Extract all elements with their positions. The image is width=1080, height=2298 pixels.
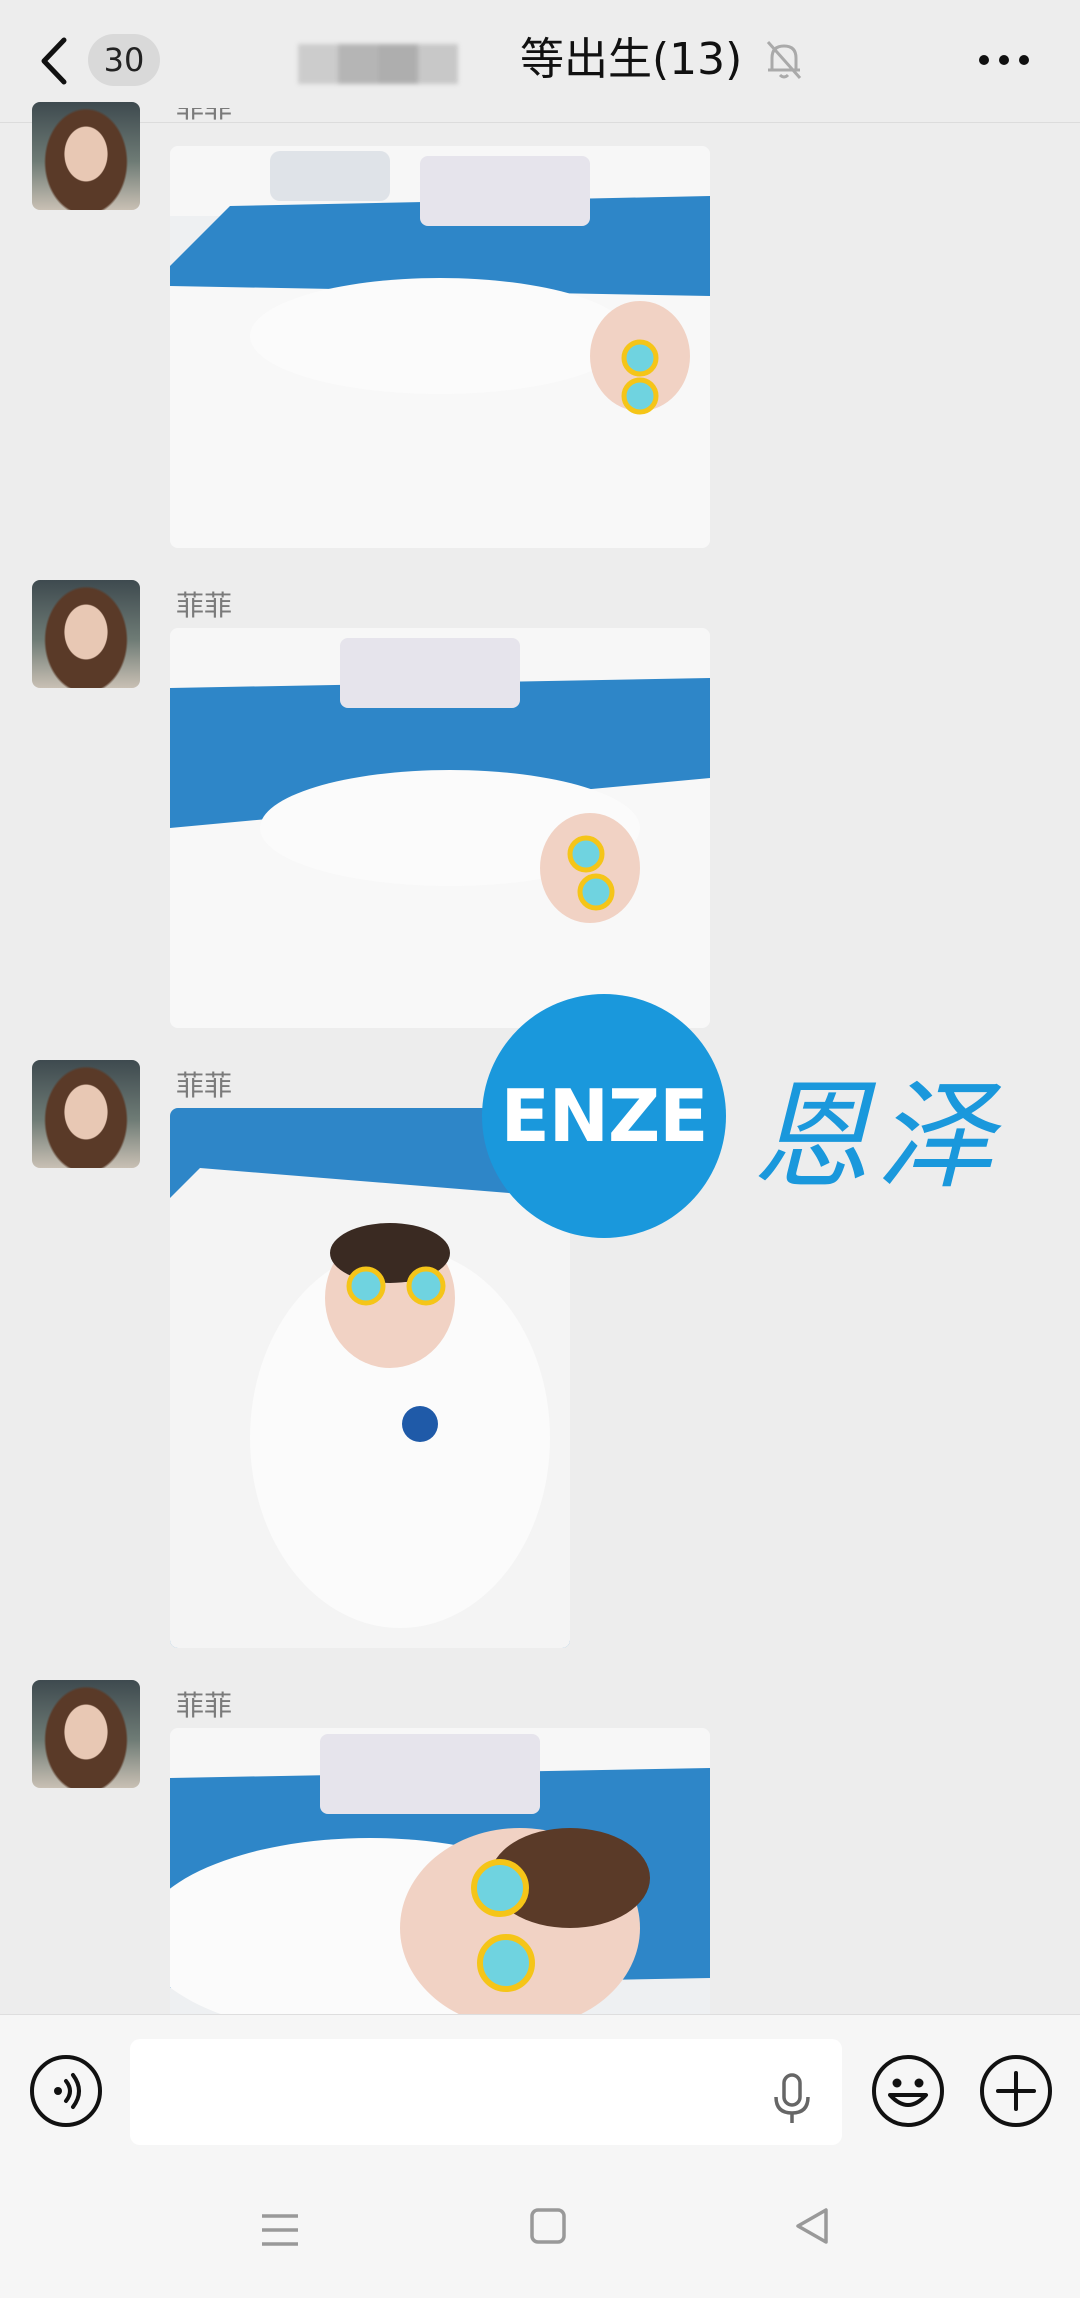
system-nav-bar — [0, 2166, 1080, 2298]
chevron-left-icon — [41, 37, 67, 85]
watermark-brand-text: 恩泽 — [752, 1067, 1001, 1205]
emoji-button[interactable] — [870, 2053, 946, 2129]
mic-icon[interactable] — [770, 2071, 814, 2127]
sender-name: 菲菲 — [176, 1689, 233, 1722]
nav-menu-button[interactable] — [258, 2210, 302, 2250]
watermark-logo: ENZE — [482, 994, 726, 1238]
sender-avatar[interactable] — [32, 580, 140, 688]
back-icon — [796, 2208, 828, 2244]
sender-avatar[interactable] — [32, 1060, 140, 1168]
plus-icon — [980, 2055, 1052, 2127]
photo-message[interactable] — [170, 1728, 710, 2014]
sender-name: 菲菲 — [176, 108, 232, 122]
chat-title: 等出生(13) — [520, 34, 743, 85]
sender-avatar[interactable] — [32, 1680, 140, 1788]
sender-avatar[interactable] — [32, 102, 140, 210]
nav-back-button[interactable] — [792, 2206, 832, 2246]
emoji-icon — [872, 2055, 944, 2127]
voice-mode-button[interactable] — [28, 2053, 104, 2129]
input-bar — [0, 2014, 1080, 2167]
mute-bell-icon — [764, 38, 804, 82]
message-input[interactable] — [130, 2039, 842, 2145]
more-functions-button[interactable] — [978, 2053, 1054, 2129]
sender-name: 菲菲 — [176, 1069, 233, 1102]
chat-header: 30 等出生(13) — [0, 0, 1080, 123]
voice-icon — [30, 2055, 102, 2127]
photo-message[interactable] — [170, 628, 710, 1028]
unread-count-badge[interactable]: 30 — [88, 34, 160, 86]
photo-message[interactable] — [170, 146, 710, 548]
home-icon — [530, 2208, 566, 2244]
nav-home-button[interactable] — [528, 2206, 568, 2246]
back-button[interactable] — [34, 32, 74, 90]
more-options-button[interactable] — [976, 40, 1032, 80]
sender-name: 菲菲 — [176, 589, 233, 622]
blurred-group-name — [298, 44, 458, 84]
menu-icon — [262, 2214, 298, 2246]
more-dots-icon — [979, 55, 1029, 65]
